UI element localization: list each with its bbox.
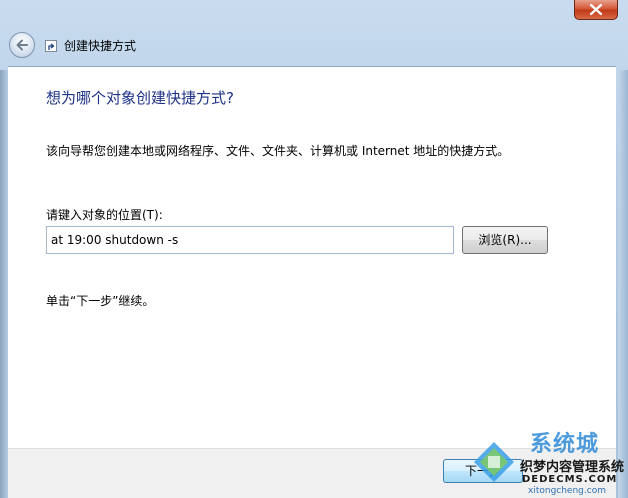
close-button[interactable] [574,0,618,20]
page-heading: 想为哪个对象创建快捷方式? [46,89,234,107]
browse-button[interactable]: 浏览(R)... [462,226,548,254]
shortcut-icon [45,40,57,52]
watermark: 系统城 织梦内容管理系统 DEDECMS.COM xitongcheng.com [470,428,628,498]
watermark-logo-icon [474,442,514,482]
frame-left-edge [0,70,8,498]
close-icon [589,3,603,16]
watermark-line3: xitongcheng.com [528,486,606,496]
location-input[interactable] [46,226,454,254]
watermark-line2: DEDECMS.COM [522,474,618,485]
location-label: 请键入对象的位置(T): [46,208,163,222]
back-arrow-icon [16,39,28,51]
watermark-line1: 织梦内容管理系统 [520,460,625,475]
continue-hint: 单击“下一步”继续。 [46,294,155,308]
watermark-brand: 系统城 [530,432,600,457]
back-button[interactable] [9,32,35,58]
wizard-description: 该向导帮您创建本地或网络程序、文件、文件夹、计算机或 Internet 地址的快… [46,144,510,158]
wizard-title: 创建快捷方式 [64,39,137,53]
